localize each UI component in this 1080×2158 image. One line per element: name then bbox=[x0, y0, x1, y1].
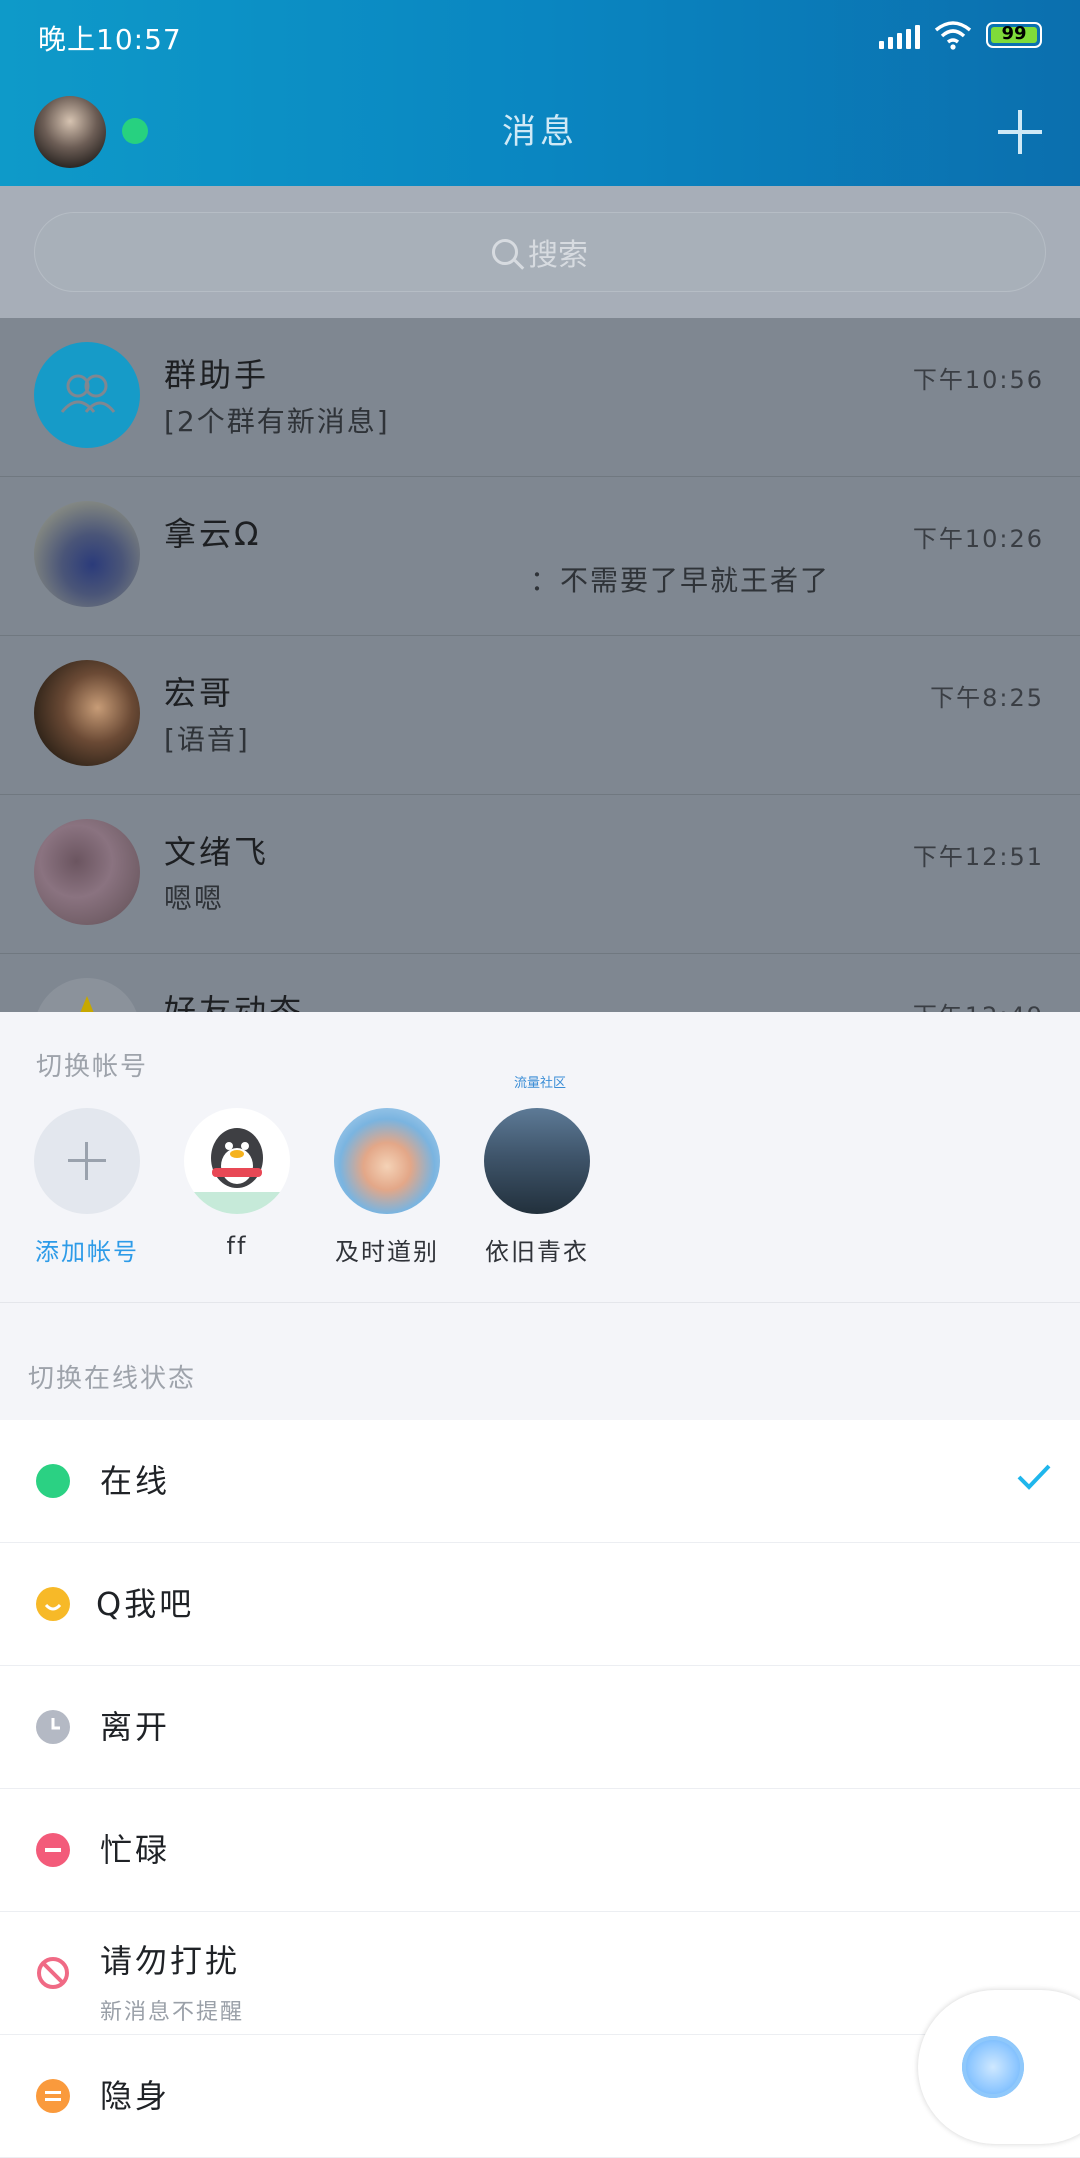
community-label: 流量社区 bbox=[514, 1076, 567, 1091]
status-label: 离开 bbox=[100, 1708, 171, 1746]
conversation-row[interactable]: 好友动态 下午12:49 bbox=[0, 954, 1080, 1012]
group-icon bbox=[60, 374, 116, 413]
account-item[interactable]: 及时道别 bbox=[312, 1108, 462, 1267]
add-icon[interactable] bbox=[998, 110, 1042, 154]
status-icons: 99 bbox=[879, 20, 1042, 50]
search-area: 搜索 bbox=[0, 186, 1080, 318]
add-account-button[interactable]: 添加帐号 bbox=[12, 1108, 162, 1267]
contact-avatar bbox=[34, 660, 140, 766]
conversation-list: 群助手 [2个群有新消息] 下午10:56 拿云Ω ：不需要了早就王者了 下午1… bbox=[0, 318, 1080, 1012]
contact-avatar bbox=[34, 501, 140, 607]
contact-avatar bbox=[34, 819, 140, 925]
conversation-name: 宏哥 bbox=[164, 674, 235, 712]
group-helper-avatar bbox=[34, 342, 140, 448]
switch-status-title: 切换在线状态 bbox=[28, 1364, 197, 1394]
status-label: 忙碌 bbox=[100, 1831, 171, 1869]
smile-icon bbox=[36, 1587, 70, 1621]
conversation-time: 下午10:26 bbox=[912, 525, 1044, 553]
status-option-busy[interactable]: 忙碌 bbox=[0, 1789, 1080, 1912]
status-option-do-not-disturb[interactable]: 请勿打扰 新消息不提醒 bbox=[0, 1912, 1080, 2035]
wifi-icon bbox=[934, 21, 972, 50]
street-avatar bbox=[484, 1108, 590, 1214]
conversation-time: 下午12:49 bbox=[913, 996, 1044, 1012]
search-icon bbox=[492, 239, 518, 265]
divider bbox=[0, 1302, 1080, 1303]
signal-icon bbox=[879, 21, 920, 49]
conversation-name: 文绪飞 bbox=[164, 833, 270, 871]
account-label: 添加帐号 bbox=[35, 1238, 139, 1266]
status-label: 隐身 bbox=[100, 2077, 171, 2115]
switch-account-title: 切换帐号 bbox=[36, 1052, 149, 1082]
conversation-time: 下午12:51 bbox=[912, 843, 1044, 871]
account-label: ff bbox=[226, 1232, 248, 1260]
cartoon-avatar bbox=[334, 1108, 440, 1214]
floating-assistant-button[interactable] bbox=[918, 1990, 1080, 2144]
account-label: 及时道别 bbox=[335, 1238, 439, 1266]
status-label: Q我吧 bbox=[96, 1585, 195, 1623]
status-time: 晚上10:57 bbox=[38, 23, 182, 56]
conversation-name: 好友动态 bbox=[164, 992, 305, 1012]
conversation-row[interactable]: 宏哥 [语音] 下午8:25 bbox=[0, 636, 1080, 795]
assistant-orb-icon bbox=[962, 2036, 1024, 2098]
status-option-invisible[interactable]: 隐身 bbox=[0, 2035, 1080, 2158]
friend-feed-avatar bbox=[34, 978, 140, 1012]
conversation-name: 拿云Ω bbox=[164, 515, 262, 553]
block-icon bbox=[36, 1956, 70, 1990]
conversation-time: 下午8:25 bbox=[930, 684, 1044, 712]
status-option-online[interactable]: 在线 bbox=[0, 1420, 1080, 1543]
search-input[interactable]: 搜索 bbox=[34, 212, 1046, 292]
status-label: 请勿打扰 bbox=[100, 1942, 241, 1980]
conversation-row[interactable]: 拿云Ω ：不需要了早就王者了 下午10:26 bbox=[0, 477, 1080, 636]
account-list: 添加帐号 ff 及时道别 依旧青衣 bbox=[0, 1108, 1080, 1288]
status-sublabel: 新消息不提醒 bbox=[100, 2000, 245, 2025]
invisible-icon bbox=[36, 2079, 70, 2113]
conversation-message: ：不需要了早就王者了 bbox=[530, 564, 831, 597]
conversation-message: 嗯嗯 bbox=[164, 882, 225, 915]
status-option-q-me[interactable]: Q我吧 bbox=[0, 1543, 1080, 1666]
status-options: 在线 Q我吧 离开 忙碌 请勿打扰 新消息不提醒 隐身 bbox=[0, 1420, 1080, 2158]
check-icon bbox=[1017, 1464, 1051, 1490]
conversation-row[interactable]: 文绪飞 嗯嗯 下午12:51 bbox=[0, 795, 1080, 954]
page-title: 消息 bbox=[502, 112, 578, 152]
conversation-message: [2个群有新消息] bbox=[164, 405, 390, 438]
online-icon bbox=[36, 1464, 70, 1498]
conversation-row[interactable]: 群助手 [2个群有新消息] 下午10:56 bbox=[0, 318, 1080, 477]
plus-icon bbox=[34, 1108, 140, 1214]
clock-icon bbox=[36, 1710, 70, 1744]
search-placeholder: 搜索 bbox=[528, 238, 588, 273]
title-bar: 晚上10:57 99 消息 bbox=[0, 0, 1080, 186]
status-option-away[interactable]: 离开 bbox=[0, 1666, 1080, 1789]
account-item[interactable]: ff bbox=[162, 1108, 312, 1260]
status-label: 在线 bbox=[100, 1462, 171, 1500]
conversation-message: [语音] bbox=[164, 723, 250, 756]
conversation-time: 下午10:56 bbox=[912, 366, 1044, 394]
battery-level: 99 bbox=[1001, 23, 1027, 44]
star-icon bbox=[80, 996, 94, 1012]
account-label: 依旧青衣 bbox=[485, 1238, 589, 1266]
minus-icon bbox=[36, 1833, 70, 1867]
account-item[interactable]: 依旧青衣 bbox=[462, 1108, 612, 1267]
battery-icon: 99 bbox=[986, 22, 1042, 48]
conversation-name: 群助手 bbox=[164, 356, 270, 394]
penguin-icon bbox=[184, 1128, 290, 1214]
penguin-avatar bbox=[184, 1108, 290, 1214]
